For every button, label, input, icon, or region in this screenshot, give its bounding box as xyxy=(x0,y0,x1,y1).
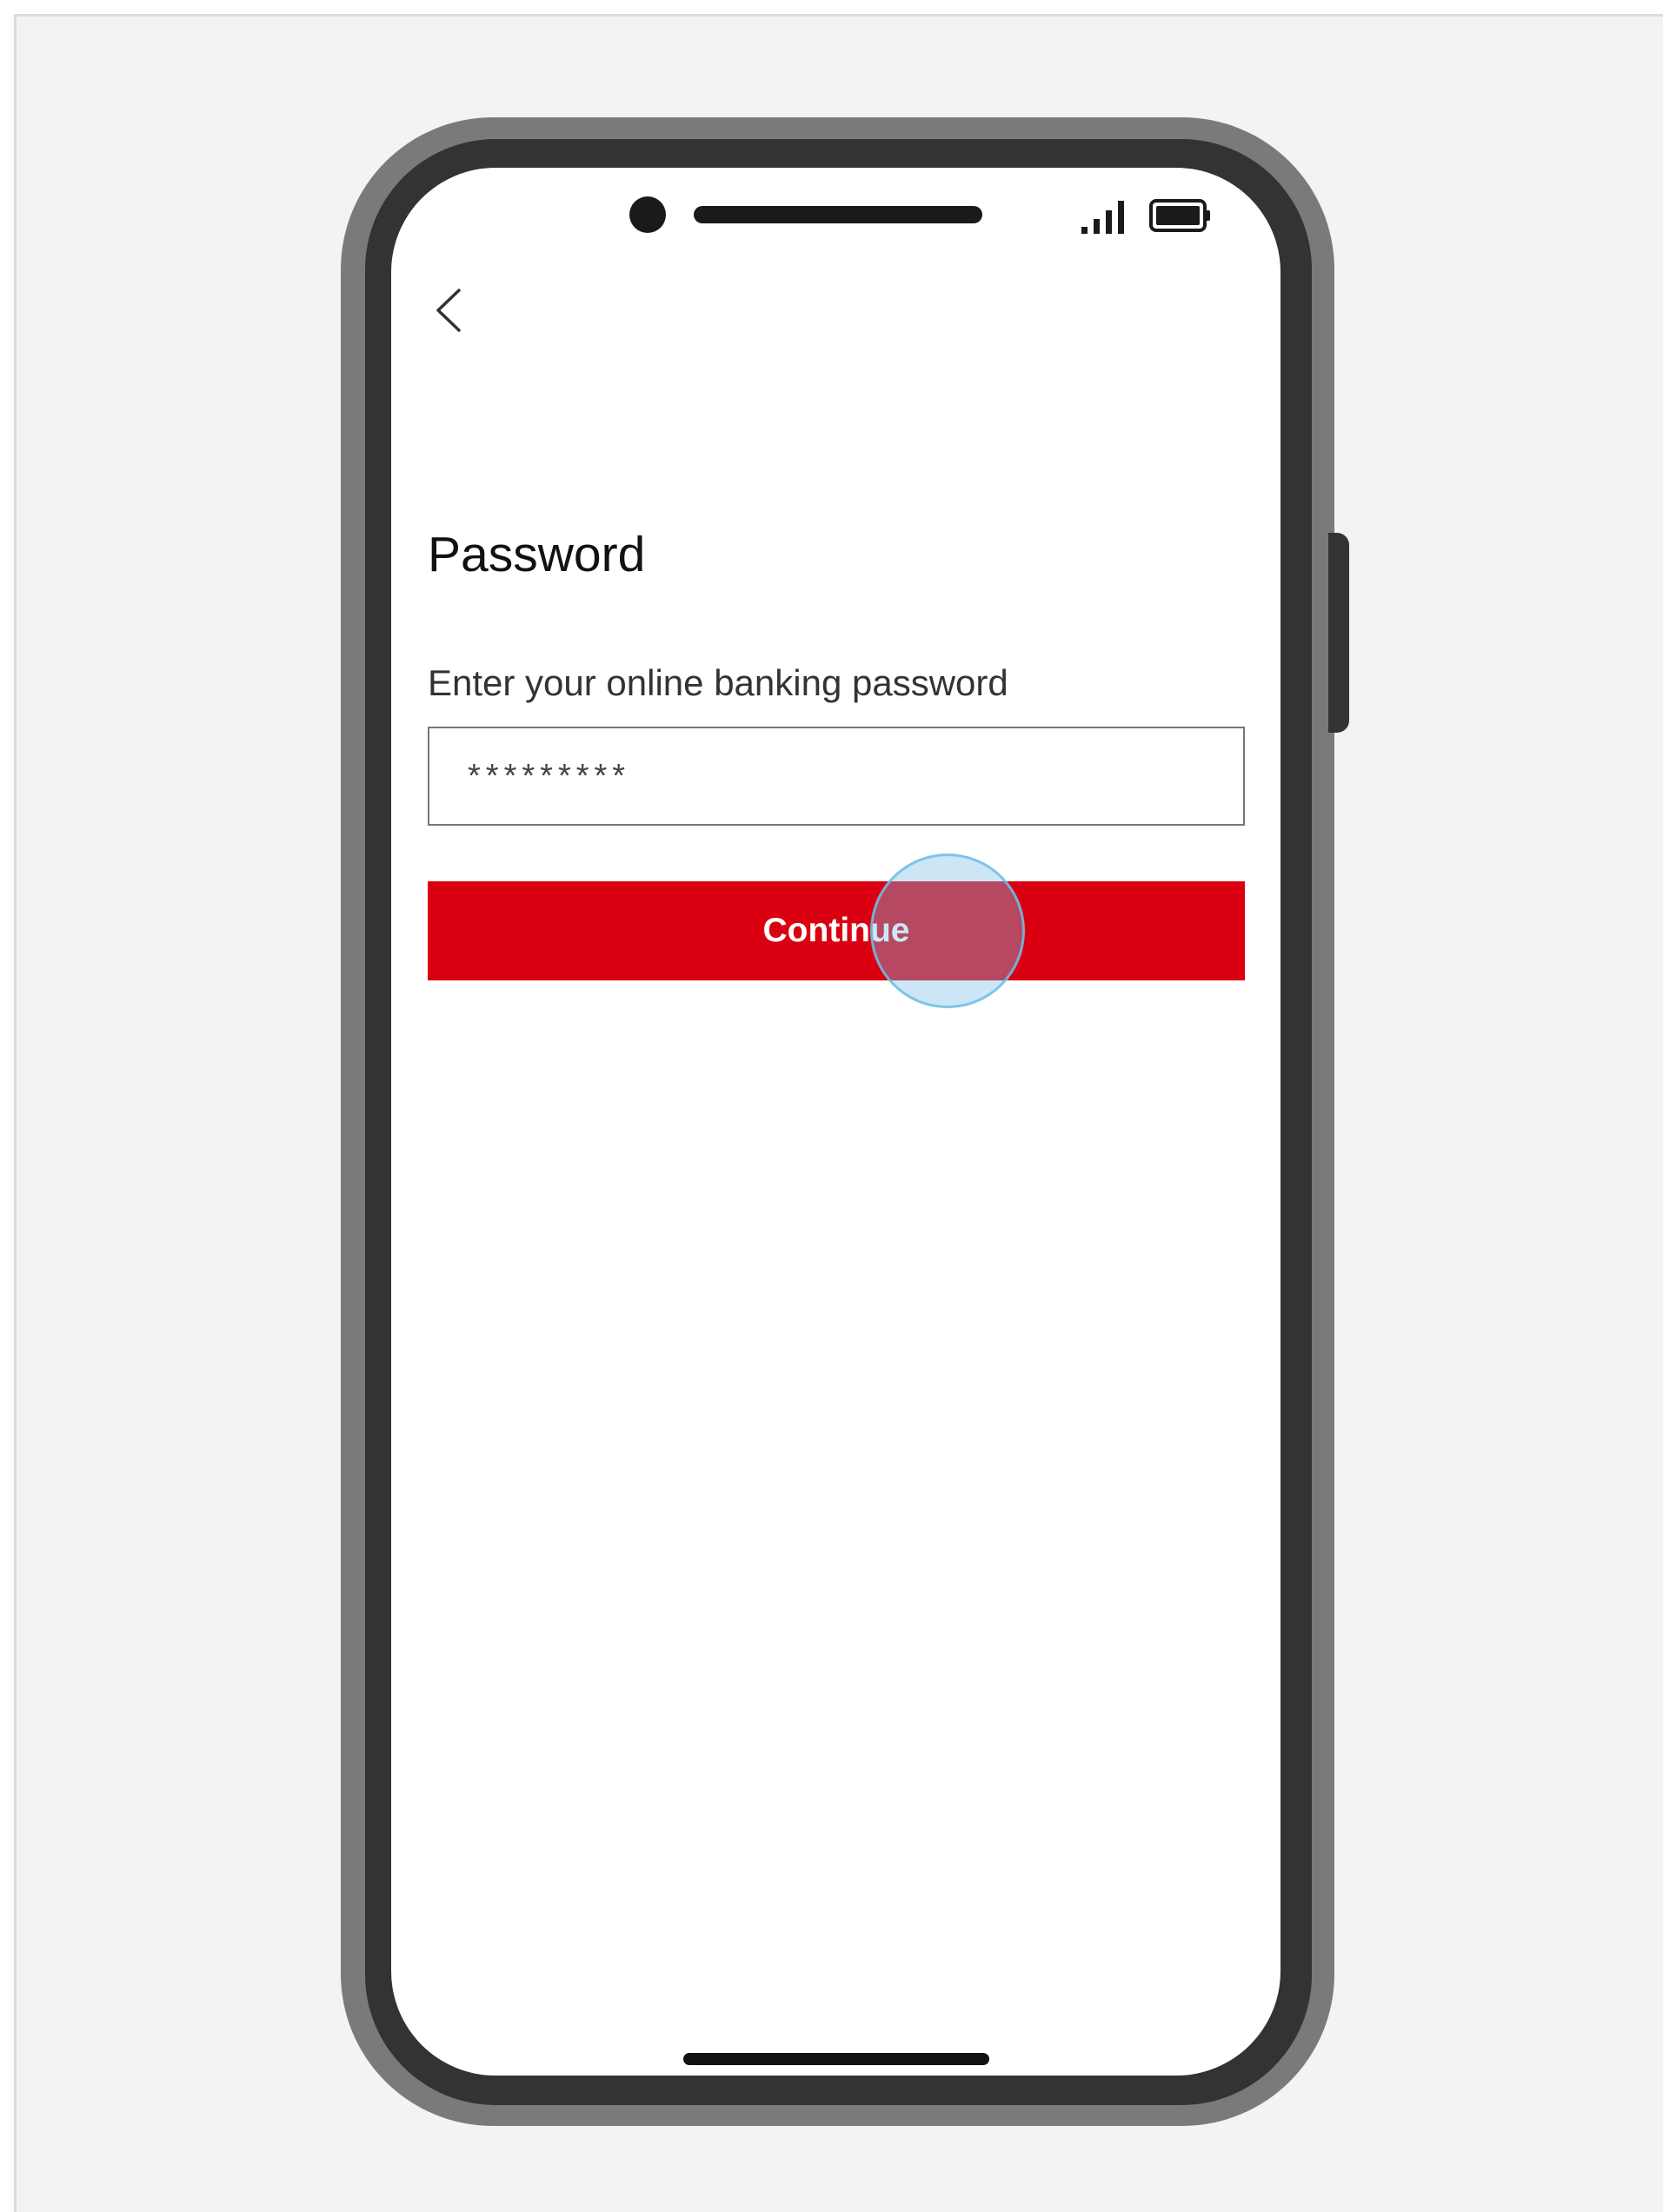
password-input[interactable] xyxy=(428,727,1245,826)
signal-icon xyxy=(1081,201,1124,234)
battery-icon xyxy=(1149,199,1210,232)
chevron-left-icon[interactable] xyxy=(431,287,469,334)
home-indicator xyxy=(683,2053,989,2065)
front-camera xyxy=(629,196,666,233)
phone-screen xyxy=(391,168,1281,2076)
phone-side-button xyxy=(1328,533,1349,733)
earpiece-speaker xyxy=(694,206,982,223)
continue-button[interactable]: Continue xyxy=(428,881,1245,980)
page-title: Password xyxy=(428,527,646,582)
password-field-label: Enter your online banking password xyxy=(428,662,1008,703)
